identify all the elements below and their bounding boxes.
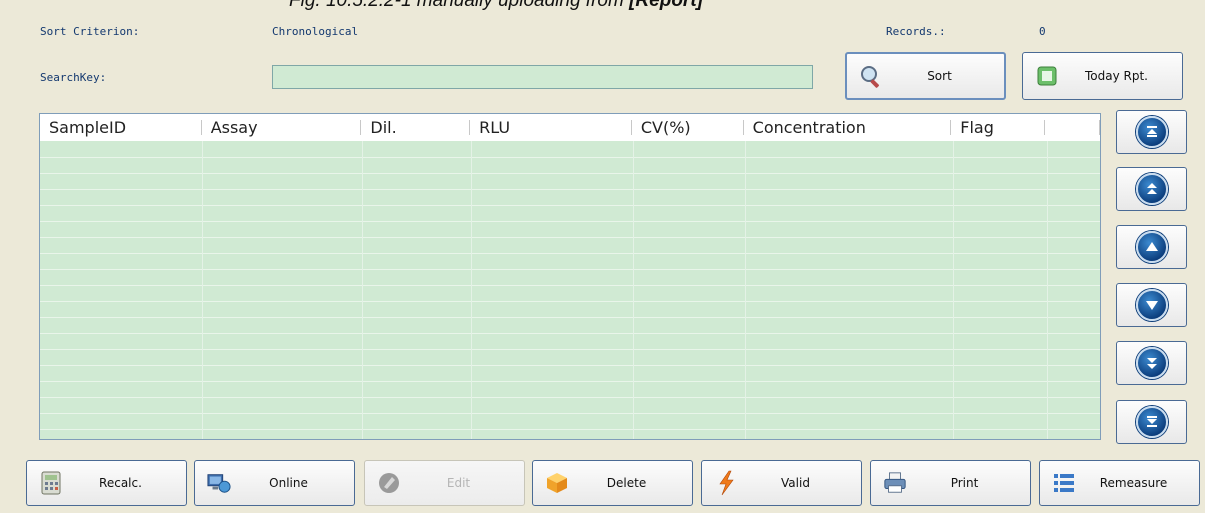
valid-button-label: Valid: [781, 476, 810, 490]
column-header-extra[interactable]: [1045, 114, 1100, 141]
remeasure-button[interactable]: Remeasure: [1039, 460, 1200, 506]
sort-button[interactable]: Sort: [845, 52, 1006, 100]
row-up-button[interactable]: [1116, 225, 1187, 269]
report-icon: [1035, 64, 1059, 88]
first-page-icon: [1135, 116, 1168, 148]
column-header-concentration[interactable]: Concentration: [744, 114, 952, 141]
page-down-icon: [1135, 347, 1168, 379]
results-table[interactable]: SampleID Assay Dil. RLU CV(%) Concentrat…: [39, 113, 1101, 440]
column-header-rlu[interactable]: RLU: [470, 114, 632, 141]
online-button-label: Online: [269, 476, 308, 490]
caption-text: Fig. 10.5.2.2-1 manually uploading from: [289, 0, 630, 11]
print-button-label: Print: [950, 476, 979, 490]
today-report-button[interactable]: Today Rpt.: [1022, 52, 1183, 100]
valid-button[interactable]: Valid: [701, 460, 862, 506]
network-icon: [207, 471, 231, 495]
last-page-icon: [1135, 406, 1168, 438]
column-header-flag[interactable]: Flag: [951, 114, 1045, 141]
column-header-cv[interactable]: CV(%): [632, 114, 744, 141]
remeasure-button-label: Remeasure: [1099, 476, 1168, 490]
caption-bold: [Report]: [629, 0, 703, 11]
recalc-button[interactable]: Recalc.: [26, 460, 187, 506]
printer-icon: [883, 471, 907, 495]
list-icon: [1052, 471, 1076, 495]
page-up-button[interactable]: [1116, 167, 1187, 211]
delete-button-label: Delete: [606, 476, 647, 490]
edit-button[interactable]: Edit: [364, 460, 525, 506]
today-report-button-label: Today Rpt.: [1085, 69, 1148, 83]
column-header-assay[interactable]: Assay: [202, 114, 362, 141]
page-down-button[interactable]: [1116, 341, 1187, 385]
edit-button-label: Edit: [446, 476, 471, 490]
print-button[interactable]: Print: [870, 460, 1031, 506]
box-icon: [545, 471, 569, 495]
first-page-button[interactable]: [1116, 110, 1187, 154]
records-value: 0: [1039, 25, 1046, 38]
row-up-icon: [1135, 231, 1168, 263]
table-header: SampleID Assay Dil. RLU CV(%) Concentrat…: [40, 114, 1100, 141]
sort-criterion-value: Chronological: [272, 25, 359, 38]
row-down-button[interactable]: [1116, 283, 1187, 327]
delete-button[interactable]: Delete: [532, 460, 693, 506]
magnifier-icon: [859, 64, 883, 88]
online-button[interactable]: Online: [194, 460, 355, 506]
recalc-button-label: Recalc.: [99, 476, 142, 490]
sort-criterion-label: Sort Criterion:: [40, 25, 140, 38]
figure-caption: Fig. 10.5.2.2-1 manually uploading from …: [289, 0, 929, 12]
column-header-dil[interactable]: Dil.: [361, 114, 470, 141]
page-up-icon: [1135, 173, 1168, 205]
table-body: [40, 141, 1100, 439]
row-down-icon: [1135, 289, 1168, 321]
search-key-label: SearchKey:: [40, 71, 107, 84]
sort-button-label: Sort: [927, 69, 952, 83]
search-key-input[interactable]: [272, 65, 813, 89]
edit-icon: [377, 471, 401, 495]
column-header-sampleid[interactable]: SampleID: [40, 114, 202, 141]
calculator-icon: [39, 471, 63, 495]
records-label: Records.:: [886, 25, 946, 38]
lightning-icon: [714, 470, 738, 496]
last-page-button[interactable]: [1116, 400, 1187, 444]
